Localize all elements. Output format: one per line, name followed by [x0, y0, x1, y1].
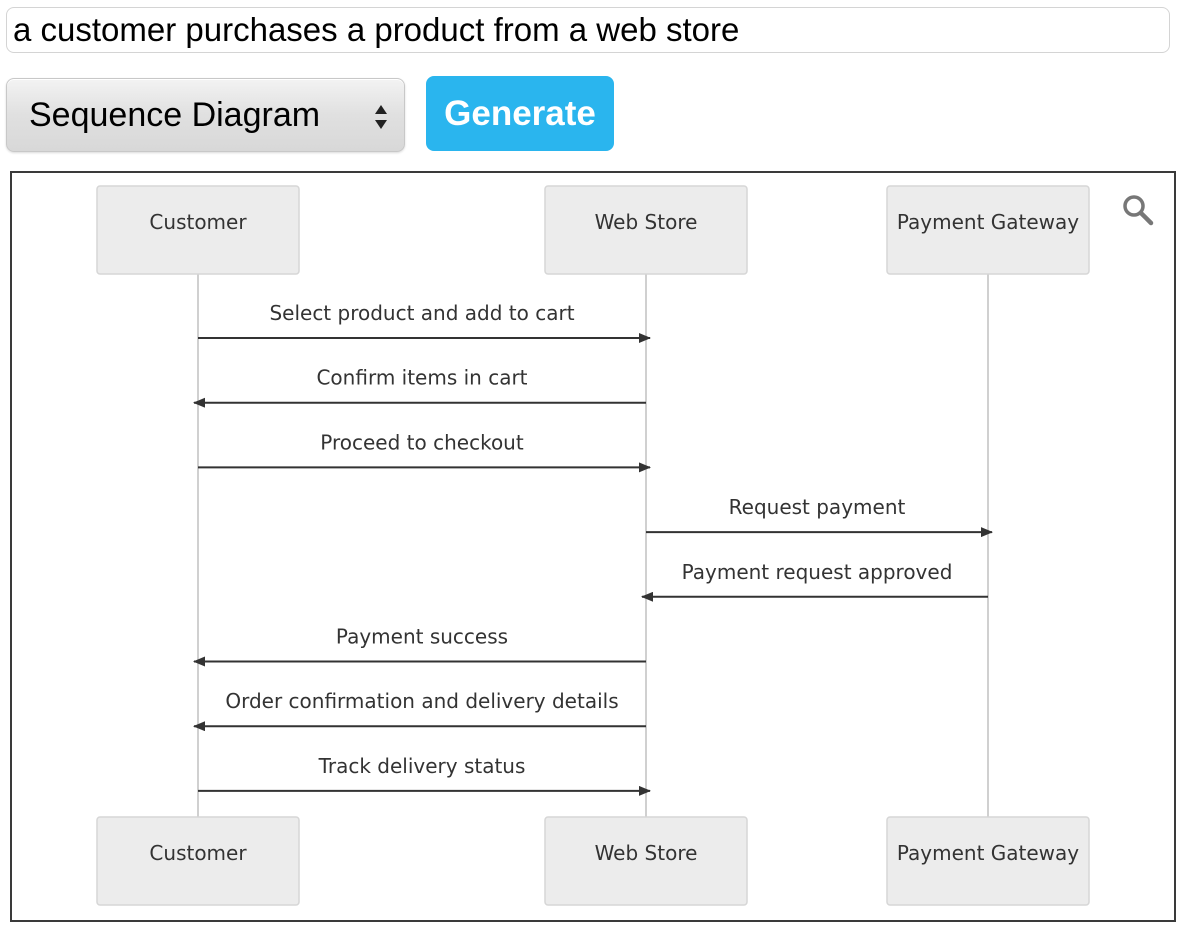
actor-label: Web Store: [595, 210, 698, 234]
message-label: Select product and add to cart: [269, 301, 574, 325]
message-label: Order confirmation and delivery details: [225, 689, 618, 713]
message: Payment success: [193, 625, 646, 667]
message: Confirm items in cart: [193, 366, 646, 408]
message-label: Track delivery status: [318, 754, 526, 778]
message: Select product and add to cart: [198, 301, 651, 343]
sequence-diagram: Customer Customer Web Store Web Store Paymen…: [96, 185, 1090, 906]
message: Proceed to checkout: [198, 430, 651, 473]
actor-label: Payment Gateway: [897, 210, 1079, 234]
actor-top: Payment Gateway: [886, 185, 1090, 275]
message: Request payment: [646, 495, 993, 538]
actor-top: Web Store: [544, 185, 748, 275]
message-label: Request payment: [729, 495, 906, 519]
message: Payment request approved: [641, 560, 988, 602]
actor-label: Customer: [149, 841, 247, 865]
magnifier-icon[interactable]: [1120, 192, 1156, 228]
message-label: Proceed to checkout: [320, 430, 524, 454]
message-label: Payment success: [336, 625, 508, 649]
actor-label: Customer: [149, 210, 247, 234]
actor-label: Payment Gateway: [897, 841, 1079, 865]
message: Order confirmation and delivery details: [193, 689, 646, 732]
actor-top: Customer: [96, 185, 300, 275]
actor-bottom: Payment Gateway: [886, 816, 1090, 906]
message-label: Confirm items in cart: [316, 366, 527, 390]
message-label: Payment request approved: [682, 560, 953, 584]
actor-bottom: Customer: [96, 816, 300, 906]
actor-label: Web Store: [595, 841, 698, 865]
actor-bottom: Web Store: [544, 816, 748, 906]
message: Track delivery status: [198, 754, 651, 796]
